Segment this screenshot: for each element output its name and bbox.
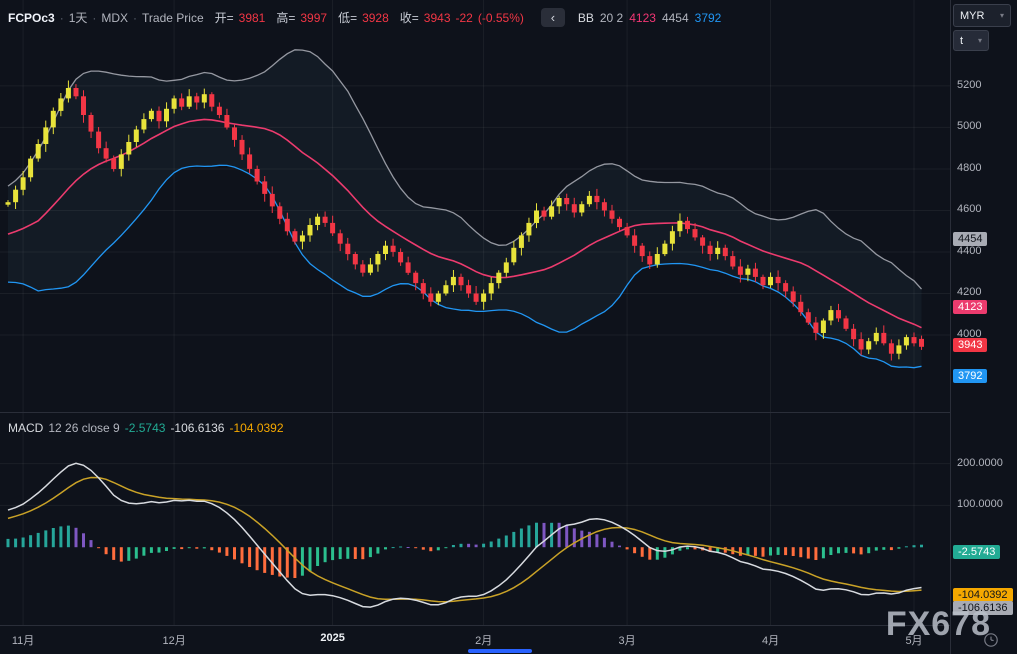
change-percent: (-0.55%) — [478, 11, 524, 25]
time-axis-label: 5月 — [898, 632, 930, 648]
last-price-badge: 3943 — [953, 338, 987, 352]
price-scale-column[interactable]: MYR ▾ t ▾ 520050004800460044004200400020… — [950, 0, 1017, 654]
bb-basis-value: 4123 — [629, 11, 656, 25]
price-chart-canvas[interactable] — [0, 0, 950, 412]
bb-lower-value: 3792 — [695, 11, 722, 25]
macd-legend[interactable]: MACD 12 26 close 9 -2.5743 -106.6136 -10… — [8, 421, 284, 435]
macd-line — [8, 463, 922, 607]
interval-label[interactable]: 1天 — [69, 9, 88, 26]
macd-pane[interactable]: MACD 12 26 close 9 -2.5743 -106.6136 -10… — [0, 413, 950, 625]
chevron-down-icon: ▾ — [978, 36, 982, 45]
bb-basis-badge: 4123 — [953, 300, 987, 314]
macd-line-badge: -106.6136 — [953, 601, 1013, 615]
bb-title: BB — [578, 11, 594, 25]
open-value: 3981 — [239, 11, 266, 25]
macd-hist-value: -2.5743 — [125, 421, 166, 435]
time-axis-divider — [0, 625, 950, 626]
separator: · — [133, 11, 137, 25]
chart-column: FCPOc3 · 1天 · MDX · Trade Price 开= 3981 高… — [0, 0, 950, 654]
collapse-legend-button[interactable]: ‹ — [541, 8, 565, 27]
bb-lower-badge: 3792 — [953, 369, 987, 383]
price-axis-label: 4800 — [957, 162, 981, 174]
price-pane[interactable]: FCPOc3 · 1天 · MDX · Trade Price 开= 3981 高… — [0, 0, 950, 412]
series-type-label: Trade Price — [142, 11, 204, 25]
unit-select[interactable]: t ▾ — [953, 30, 989, 51]
time-axis-label: 3月 — [611, 632, 643, 648]
close-value: 3943 — [424, 11, 451, 25]
macd-line-value: -106.6136 — [170, 421, 224, 435]
price-axis-label: 5000 — [957, 120, 981, 132]
macd-axis-label: 200.0000 — [957, 457, 1003, 469]
time-axis-label: 4月 — [755, 632, 787, 648]
price-legend: FCPOc3 · 1天 · MDX · Trade Price 开= 3981 高… — [8, 8, 721, 27]
axis-divider — [950, 0, 951, 654]
chevron-down-icon: ▾ — [1000, 11, 1004, 20]
price-axis-label: 4200 — [957, 286, 981, 298]
open-label: 开= — [215, 9, 234, 26]
unit-label: t — [960, 35, 963, 47]
low-value: 3928 — [362, 11, 389, 25]
time-axis-label: 2月 — [468, 632, 500, 648]
macd-histogram — [7, 523, 924, 578]
time-axis[interactable]: 11月 12月 2025 2月 3月 4月 5月 — [0, 626, 950, 654]
bb-upper-value: 4454 — [662, 11, 689, 25]
time-axis-label: 2025 — [317, 632, 349, 644]
high-value: 3997 — [300, 11, 327, 25]
timeline-scrollbar-thumb[interactable] — [468, 649, 532, 653]
bb-indicator-legend[interactable]: BB 20 2 4123 4454 3792 — [578, 11, 721, 25]
exchange-label: MDX — [101, 11, 128, 25]
macd-axis-label: 100.0000 — [957, 498, 1003, 510]
currency-label: MYR — [960, 10, 984, 22]
high-label: 高= — [276, 9, 295, 26]
macd-grid — [0, 413, 950, 625]
bb-upper-badge: 4454 — [953, 232, 987, 246]
separator: · — [60, 11, 64, 25]
price-axis-label: 4600 — [957, 203, 981, 215]
macd-signal-line — [8, 478, 922, 602]
time-axis-label: 12月 — [158, 632, 190, 648]
pane-divider[interactable] — [0, 412, 950, 413]
macd-title: MACD — [8, 421, 43, 435]
macd-signal-value: -104.0392 — [229, 421, 283, 435]
price-axis-label: 4400 — [957, 245, 981, 257]
close-label: 收= — [400, 9, 419, 26]
clock-icon[interactable] — [983, 632, 999, 648]
bb-params: 20 2 — [600, 11, 623, 25]
separator: · — [92, 11, 96, 25]
macd-signal-badge: -104.0392 — [953, 588, 1013, 602]
macd-hist-badge: -2.5743 — [953, 545, 1000, 559]
macd-params: 12 26 close 9 — [48, 421, 119, 435]
macd-chart-canvas[interactable] — [0, 413, 950, 625]
change-value: -22 — [456, 11, 473, 25]
trading-chart-app: FCPOc3 · 1天 · MDX · Trade Price 开= 3981 高… — [0, 0, 1017, 654]
price-axis-label: 5200 — [957, 79, 981, 91]
low-label: 低= — [338, 9, 357, 26]
symbol-name[interactable]: FCPOc3 — [8, 11, 55, 25]
time-axis-label: 11月 — [7, 632, 39, 648]
currency-select[interactable]: MYR ▾ — [953, 4, 1011, 27]
